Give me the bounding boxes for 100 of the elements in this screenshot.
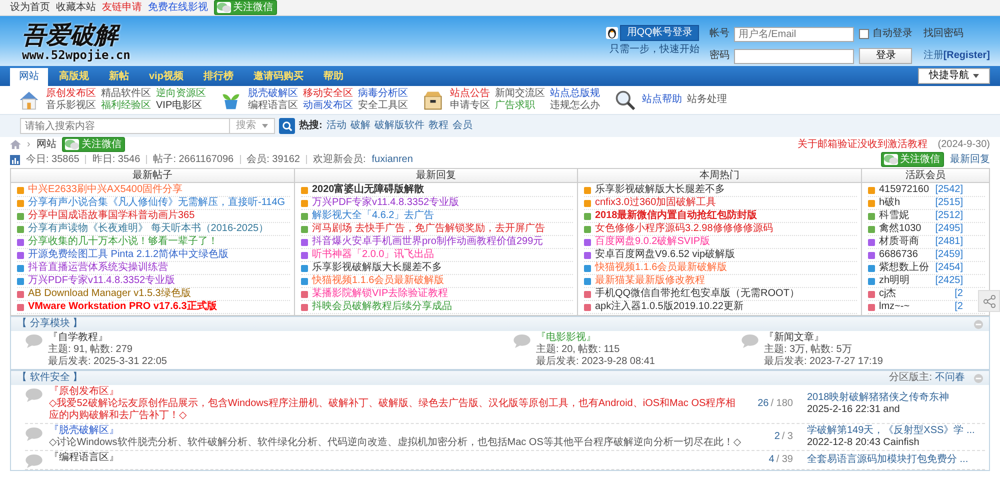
post-link[interactable]: 百度网盘9.0.2破解SVIP版	[595, 236, 710, 248]
nav-tab[interactable]: 高版规	[50, 68, 98, 86]
post-link[interactable]: 手机QQ微信自带抢红包安卓版（无需ROOT）	[595, 288, 800, 300]
hot-search-link[interactable]: 破解	[350, 120, 370, 132]
member-link[interactable]: h破h	[879, 197, 932, 209]
post-link[interactable]: 抖音直播运营体系统实操训练营	[28, 262, 168, 274]
post-link[interactable]: VMware Workstation PRO v17.6.3正式版	[28, 301, 217, 313]
nav-tab[interactable]: 排行榜	[194, 68, 242, 86]
post-link[interactable]: 安卓百度网盘V9.6.52 vip破解版	[595, 249, 736, 261]
forum-quick-link[interactable]: 新闻交流区	[495, 88, 545, 100]
password-field[interactable]	[734, 48, 854, 64]
nav-tab[interactable]: 网站	[10, 68, 48, 86]
breadcrumb-link[interactable]: 网站	[36, 138, 56, 150]
top-link[interactable]: 免费在线影视	[148, 2, 208, 14]
forum-quick-link[interactable]: 原创发布区	[46, 88, 96, 100]
forum-quick-link[interactable]: 音乐影视区	[46, 100, 96, 112]
post-link[interactable]: 解影视大全「4.6.2」去广告	[312, 210, 434, 222]
forum-title-link[interactable]: 『脱壳破解区』	[49, 425, 743, 437]
forum-quick-link[interactable]: 广告求职	[495, 100, 545, 112]
post-link[interactable]: 河马剧场 去快手广告，免广告解锁奖励，去开屏广告	[312, 223, 545, 235]
member-link[interactable]: 紫想数上份	[879, 262, 932, 274]
member-link[interactable]: 415972160	[879, 184, 932, 196]
post-link[interactable]: 某播影院解锁VIP去除验证教程	[312, 288, 448, 300]
post-link[interactable]: 开源免费绘图工具 Pinta 2.1.2简体中文绿色版	[28, 249, 229, 261]
nav-tab[interactable]: vip视频	[140, 68, 192, 86]
moderator-link[interactable]: 不问春	[935, 372, 965, 384]
post-link[interactable]: 分享有声小说合集《凡人修仙传》无需解压，直接听-114G	[28, 197, 286, 209]
member-link[interactable]: zh明明	[879, 275, 932, 287]
forum-quick-link[interactable]: 违规怎么办	[550, 100, 600, 112]
hot-search-link[interactable]: 会员	[452, 120, 472, 132]
forum-quick-link[interactable]: 移动安全区	[303, 88, 353, 100]
post-link[interactable]: AB Download Manager v1.5.3绿色版	[28, 288, 191, 300]
qq-login-button[interactable]: 用QQ帐号登录	[620, 25, 700, 41]
member-link[interactable]: 禽然1030	[879, 223, 932, 235]
register-link[interactable]: 注册	[923, 50, 944, 62]
post-link[interactable]: 听书神器「2.0.0」讯飞出品	[312, 249, 434, 261]
forum-title-link[interactable]: 『原创发布区』	[49, 386, 743, 398]
hot-search-link[interactable]: 活动	[326, 120, 346, 132]
member-link[interactable]: 科雪妮	[879, 210, 932, 222]
checkbox-square[interactable]	[859, 29, 870, 40]
wechat-follow-button[interactable]: 关注微信	[881, 152, 944, 167]
collapse-icon[interactable]	[974, 374, 983, 382]
wechat-follow-button[interactable]: 关注微信	[62, 137, 126, 152]
last-post-link[interactable]: 2018映射破解猪猪侠之传奇东神	[807, 392, 985, 404]
post-link[interactable]: 2020富婆山无障碍版解散	[312, 184, 424, 196]
forum-title-link[interactable]: 『新闻文章』	[764, 332, 883, 344]
forum-quick-link[interactable]: 申请专区	[450, 100, 490, 112]
post-link[interactable]: apk注入器1.0.5版2019.10.22更新	[595, 301, 744, 313]
post-link[interactable]: 抖音爆火安卓手机画世界pro制作动画教程价值299元	[312, 236, 544, 248]
top-link[interactable]: 设为首页	[10, 2, 50, 14]
search-field[interactable]: 请输入搜索内容	[20, 118, 230, 134]
hot-search-link[interactable]: 破解版软件	[374, 120, 424, 132]
search-button[interactable]	[279, 118, 295, 134]
post-link[interactable]: 快猫视频1.1.6会员最新破解版	[595, 262, 728, 274]
home-icon[interactable]	[10, 140, 21, 149]
forum-quick-link[interactable]: 安全工具区	[358, 100, 408, 112]
new-member-link[interactable]: fuxianren	[372, 154, 413, 166]
post-link[interactable]: 女色修修小程序源码3.2.98修修修修源码	[595, 223, 773, 235]
forum-title-link[interactable]: 『自学教程』	[48, 332, 167, 344]
auto-login-checkbox[interactable]: 自动登录	[859, 28, 912, 40]
post-link[interactable]: 抖映会员破解教程后续分享成品	[312, 301, 452, 313]
post-link[interactable]: 乐享影视破解版大长腿差不多	[595, 184, 725, 196]
post-link[interactable]: 最新猫某最新版修改教程	[595, 275, 705, 287]
member-link[interactable]: 材质哥商	[879, 236, 932, 248]
post-link[interactable]: 中兴E2633刷中兴AX5400固件分享	[28, 184, 183, 196]
share-button[interactable]	[978, 290, 1000, 312]
nav-tab[interactable]: 邀请码购买	[244, 68, 312, 86]
forum-quick-link[interactable]: 精品软件区	[101, 88, 151, 100]
post-link[interactable]: 分享中国成语故事国学科普动画片365	[28, 210, 195, 222]
top-link[interactable]: 友链申请	[102, 2, 142, 14]
forum-quick-link[interactable]: 站点总版规	[550, 88, 600, 100]
section-title[interactable]: 【 分享模块 】	[17, 318, 83, 330]
section-title[interactable]: 【 软件安全 】	[17, 372, 83, 384]
search-scope-dropdown[interactable]: 搜索	[229, 118, 275, 134]
last-post-link[interactable]: 学破解第149天，《反射型XSS》学 ...	[807, 425, 985, 437]
post-link[interactable]: 万兴PDF专家v11.4.8.3352专业版	[312, 197, 460, 209]
forum-quick-link[interactable]: 站点公告	[450, 88, 490, 100]
hot-search-link[interactable]: 教程	[428, 120, 448, 132]
forum-title-link[interactable]: 『编程语言区』	[49, 452, 743, 464]
forgot-password-link[interactable]: 找回密码	[917, 28, 990, 40]
post-link[interactable]: 分享有声读物《长夜难明》 每天听本书（2016-2025）	[28, 223, 269, 235]
collapse-icon[interactable]	[974, 320, 983, 328]
last-post-link[interactable]: 全套易语言源码加模块打包免费分 ...	[807, 454, 985, 466]
post-link[interactable]: 乐享影视破解版大长腿差不多	[312, 262, 442, 274]
forum-quick-link[interactable]: VIP电影区	[156, 100, 206, 112]
top-link[interactable]: 收藏本站	[56, 2, 96, 14]
forum-quick-link[interactable]: 站点帮助	[642, 94, 682, 106]
forum-quick-link[interactable]: 站务处理	[687, 94, 727, 106]
quick-start-link[interactable]: 只需一步，快速开始	[609, 44, 700, 56]
wechat-follow-button[interactable]: 关注微信	[214, 0, 277, 15]
forum-quick-link[interactable]: 福利经验区	[101, 100, 151, 112]
announcement-link[interactable]: 关于邮箱验证没收到激活教程	[798, 138, 928, 150]
forum-title-link[interactable]: 『电影影视』	[536, 332, 655, 344]
post-link[interactable]: 2018最新微信内置自动抢红包防封版	[595, 210, 758, 222]
member-link[interactable]: lmz~-~	[879, 301, 951, 313]
forum-quick-link[interactable]: 病毒分析区	[358, 88, 408, 100]
member-link[interactable]: cj杰	[879, 288, 951, 300]
register-link[interactable]: [Register]	[943, 50, 990, 62]
quick-nav-button[interactable]: 快捷导航	[918, 68, 990, 84]
member-link[interactable]: 6686736	[879, 249, 932, 261]
